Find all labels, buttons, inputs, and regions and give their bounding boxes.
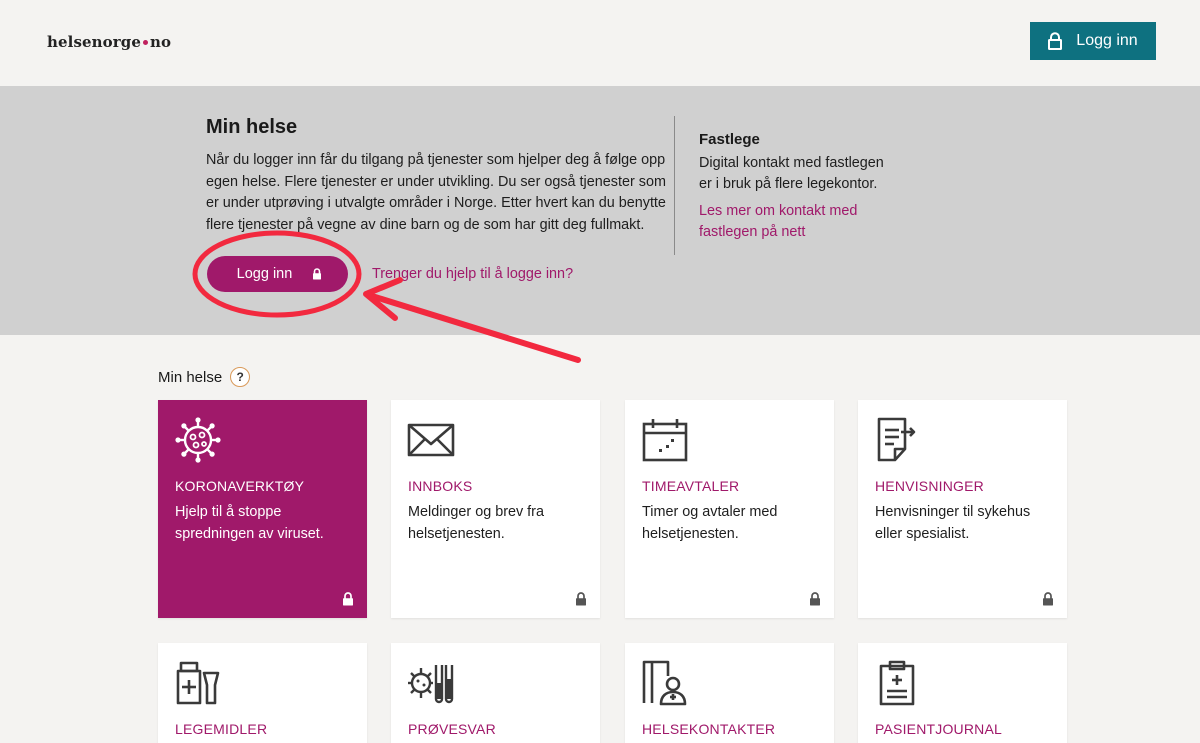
logo-text-main: helsenorge (47, 33, 141, 51)
banner-description: Når du logger inn får du tilgang på tjen… (206, 152, 666, 233)
card-pasientjournal[interactable]: PASIENTJOURNAL (858, 643, 1067, 743)
login-banner: Min helse Når du logger inn får du tilga… (0, 86, 1200, 335)
fastlege-description: Digital kontakt med fastlegen er i bruk … (699, 155, 884, 192)
card-timeavtaler[interactable]: TIMEAVTALER Timer og avtaler med helsetj… (625, 400, 834, 618)
medicine-icon (176, 661, 220, 705)
section-title: Min helse (158, 368, 223, 386)
helsenorge-logo[interactable]: helsenorge no (47, 33, 171, 51)
banner-login-button[interactable]: Logg inn (207, 256, 348, 292)
fastlege-title: Fastlege (699, 131, 760, 148)
card-title: KORONAVERKTØY (175, 478, 305, 494)
card-legemidler[interactable]: LEGEMIDLER (158, 643, 367, 743)
banner-login-label: Logg inn (236, 266, 293, 282)
header-login-button[interactable]: Logg inn (1030, 22, 1156, 60)
section-heading: Min helse ? (158, 367, 251, 387)
card-description: Timer og avtaler med helsetjenesten. (642, 504, 778, 542)
help-question-icon[interactable]: ? (230, 367, 251, 387)
card-title: TIMEAVTALER (642, 478, 740, 494)
card-koronaverktoy[interactable]: KORONAVERKTØY Hjelp til å stoppe spredni… (158, 400, 367, 618)
lock-icon (1048, 32, 1063, 50)
test-tubes-icon (408, 665, 454, 704)
card-title: PRØVESVAR (408, 721, 496, 737)
card-description: Meldinger og brev fra helsetjenesten. (408, 504, 544, 542)
health-contact-icon (642, 660, 687, 706)
envelope-icon (407, 423, 455, 457)
card-title: HENVISNINGER (875, 478, 984, 494)
virus-icon (175, 417, 221, 463)
card-henvisninger[interactable]: HENVISNINGER Henvisninger til sykehus el… (858, 400, 1067, 618)
referral-document-icon (877, 417, 916, 462)
card-title: LEGEMIDLER (175, 721, 268, 737)
clipboard-icon (879, 660, 915, 706)
login-help-link[interactable]: Trenger du hjelp til å logge inn? (372, 266, 573, 282)
lock-icon (576, 592, 586, 606)
lock-icon (343, 592, 353, 606)
fastlege-read-more-link[interactable]: Les mer om kontakt med fastlegen på nett (699, 201, 899, 243)
lock-icon (313, 268, 322, 280)
card-title: HELSEKONTAKTER (642, 721, 776, 737)
top-header: helsenorge no Logg inn (0, 0, 1200, 86)
lock-icon (810, 592, 820, 606)
logo-text-suffix: no (149, 33, 172, 51)
lock-icon (1043, 592, 1053, 606)
calendar-icon (642, 419, 688, 462)
card-provesvar[interactable]: PRØVESVAR (391, 643, 600, 743)
banner-title: Min helse (206, 116, 298, 138)
card-innboks[interactable]: INNBOKS Meldinger og brev fra helsetjene… (391, 400, 600, 618)
card-title: PASIENTJOURNAL (875, 721, 1003, 737)
header-login-label: Logg inn (1076, 32, 1138, 49)
banner-divider (674, 116, 675, 255)
card-description: Henvisninger til sykehus eller spesialis… (875, 504, 1031, 542)
card-description: Hjelp til å stoppe spredningen av viruse… (175, 504, 324, 542)
card-title: INNBOKS (408, 478, 473, 494)
logo-dot-icon (142, 39, 148, 45)
card-helsekontakter[interactable]: HELSEKONTAKTER (625, 643, 834, 743)
